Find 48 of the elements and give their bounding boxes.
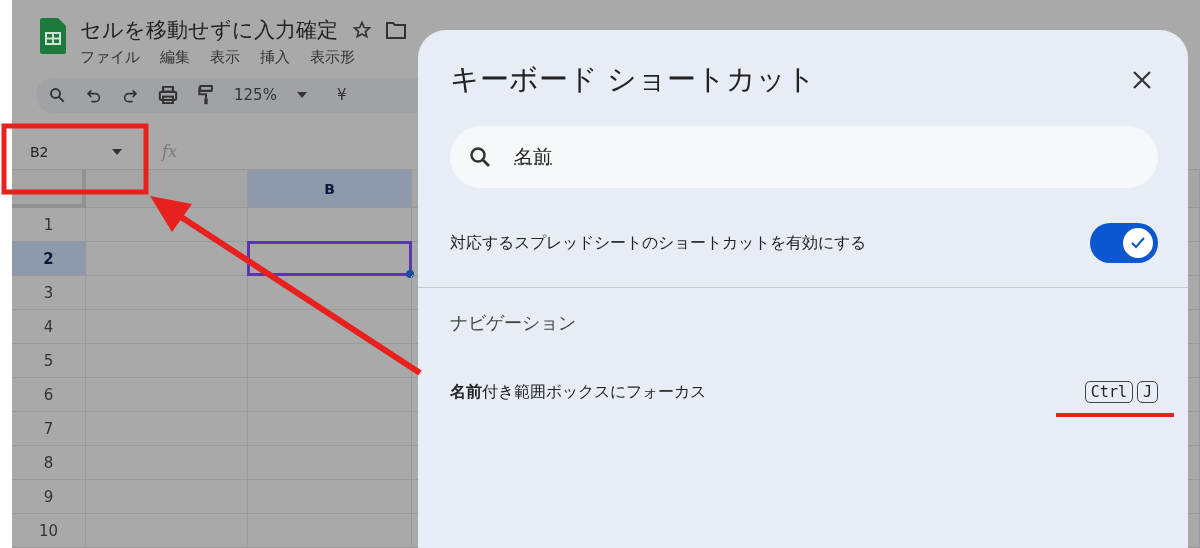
column-header[interactable]: B xyxy=(248,170,412,208)
shortcut-toggle[interactable] xyxy=(1090,223,1158,263)
sheets-logo-icon xyxy=(40,18,66,54)
grid-cell[interactable] xyxy=(248,344,412,378)
menu-item[interactable]: 挿入 xyxy=(260,48,290,67)
shortcut-description: 名前付き範囲ボックスにフォーカス xyxy=(450,381,706,403)
currency-button[interactable]: ¥ xyxy=(336,86,347,105)
row-header[interactable]: 2 xyxy=(12,242,86,276)
section-heading: ナビゲーション xyxy=(450,311,577,335)
caret-icon[interactable] xyxy=(112,148,122,155)
row-header[interactable]: 7 xyxy=(12,412,86,446)
menu-item[interactable]: 表示 xyxy=(210,48,240,67)
search-field[interactable]: 名前 xyxy=(514,146,1014,168)
document-title[interactable]: セルを移動せずに入力確定 xyxy=(80,16,338,44)
menu-item[interactable]: 編集 xyxy=(160,48,190,67)
menu-item[interactable]: 表示形 xyxy=(310,48,355,67)
zoom-select[interactable]: 125% xyxy=(234,86,277,105)
undo-icon[interactable] xyxy=(86,87,102,104)
menu-item[interactable]: ファイル xyxy=(80,48,140,67)
grid-cell[interactable] xyxy=(86,276,248,310)
grid-cell[interactable] xyxy=(248,276,412,310)
key-cap: Ctrl xyxy=(1084,381,1133,403)
search-icon[interactable] xyxy=(48,86,66,105)
selected-cell[interactable] xyxy=(248,242,412,276)
print-icon[interactable] xyxy=(158,86,178,105)
check-icon xyxy=(1131,237,1145,249)
paint-roller-icon[interactable] xyxy=(198,85,214,106)
row-header[interactable]: 6 xyxy=(12,378,86,412)
folder-icon[interactable] xyxy=(386,21,406,39)
name-box-value[interactable]: B2 xyxy=(30,143,49,160)
row-header[interactable]: 3 xyxy=(12,276,86,310)
search-icon xyxy=(468,145,492,169)
row-header[interactable]: 1 xyxy=(12,208,86,242)
fill-handle[interactable] xyxy=(406,270,414,278)
row-header[interactable]: 8 xyxy=(12,446,86,480)
redo-icon[interactable] xyxy=(122,87,138,104)
grid-cell[interactable] xyxy=(248,310,412,344)
row-header[interactable]: 10 xyxy=(12,514,86,548)
row-header[interactable]: 4 xyxy=(12,310,86,344)
toggle-label: 対応するスプレッドシートのショートカットを有効にする xyxy=(450,232,866,254)
star-icon[interactable] xyxy=(352,20,372,40)
key-cap: J xyxy=(1136,381,1158,403)
close-icon xyxy=(1132,70,1152,90)
dialog-title: キーボード ショートカット xyxy=(450,61,817,98)
caret-icon[interactable] xyxy=(296,92,307,99)
row-header[interactable]: 5 xyxy=(12,344,86,378)
row-header[interactable]: 9 xyxy=(12,480,86,514)
search-bar[interactable]: 名前 xyxy=(450,126,1158,188)
